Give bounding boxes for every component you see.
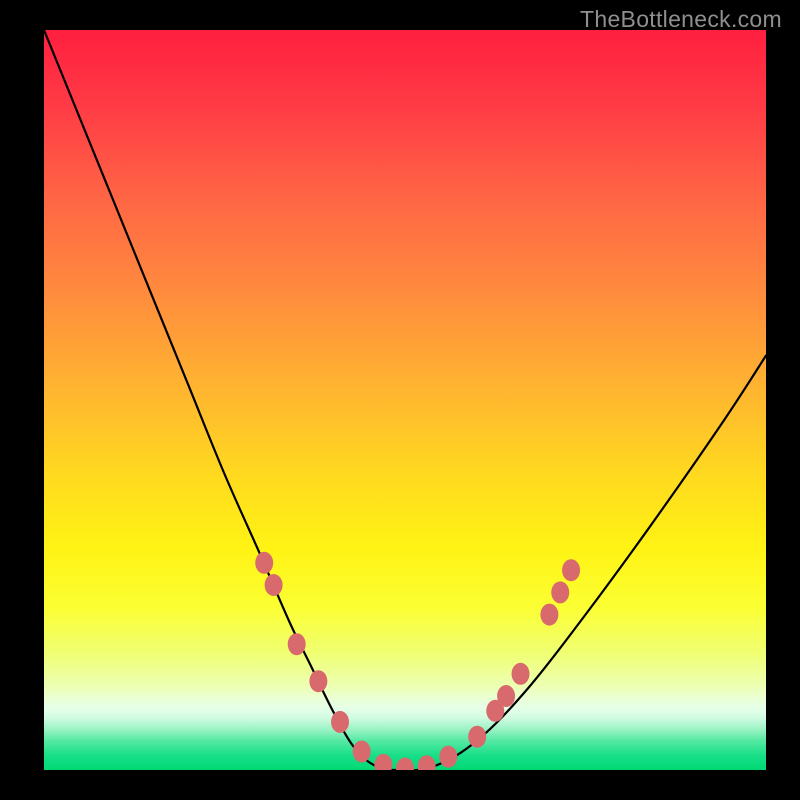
highlight-dot — [540, 604, 558, 626]
highlight-dot — [353, 741, 371, 763]
watermark-text: TheBottleneck.com — [580, 6, 782, 33]
highlight-dot — [512, 663, 530, 685]
highlight-dot — [551, 581, 569, 603]
highlight-dots — [255, 552, 580, 770]
curve-layer — [44, 30, 766, 770]
highlight-dot — [468, 726, 486, 748]
bottleneck-curve — [44, 30, 766, 770]
highlight-dot — [331, 711, 349, 733]
chart-frame: TheBottleneck.com — [0, 0, 800, 800]
highlight-dot — [374, 754, 392, 770]
highlight-dot — [265, 574, 283, 596]
highlight-dot — [288, 633, 306, 655]
highlight-dot — [497, 685, 515, 707]
highlight-dot — [255, 552, 273, 574]
highlight-dot — [309, 670, 327, 692]
highlight-dot — [439, 746, 457, 768]
highlight-dot — [418, 755, 436, 770]
highlight-dot — [396, 758, 414, 770]
plot-area — [44, 30, 766, 770]
highlight-dot — [562, 559, 580, 581]
